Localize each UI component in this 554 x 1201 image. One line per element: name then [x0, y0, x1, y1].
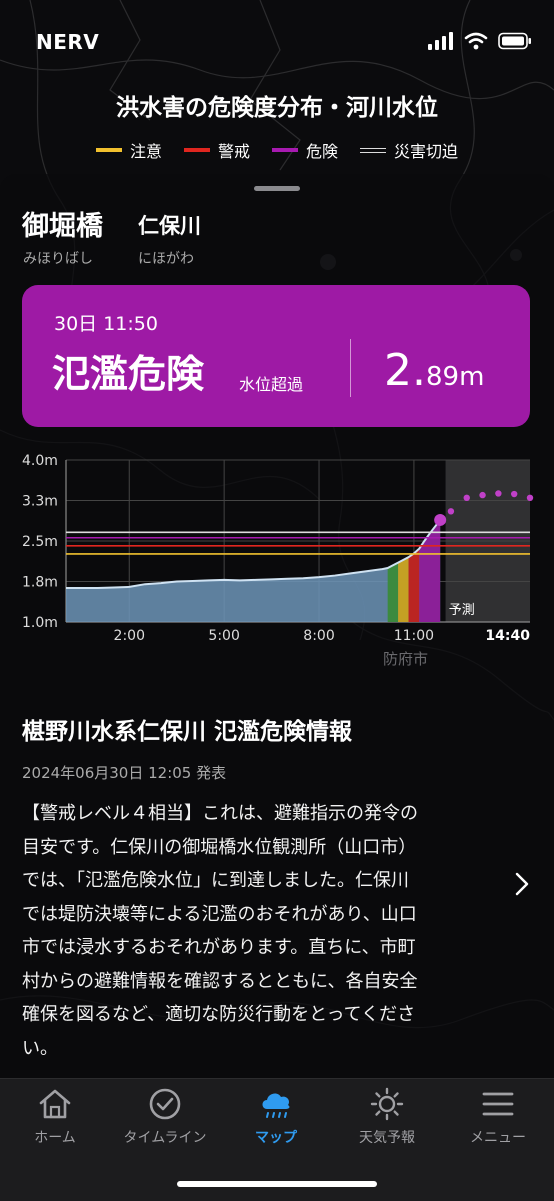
detail-sheet[interactable]: 御堀橋 みほりばし 仁保川 にほがわ 30日 11:50 氾濫危険 水位超過 2…: [0, 174, 554, 1200]
battery-icon: [498, 32, 531, 50]
tab-home[interactable]: ホーム: [0, 1087, 110, 1147]
legend-swatch-imminent: [360, 147, 387, 153]
tab-forecast[interactable]: 天気予報: [332, 1087, 442, 1147]
tab-timeline[interactable]: タイムライン: [110, 1087, 220, 1147]
legend-item-imminent: 災害切迫: [360, 138, 458, 162]
map-header: 洪水害の危険度分布・河川水位 注意 警戒 危険 災害切迫: [0, 88, 554, 162]
x-tick-label: 14:40: [485, 628, 530, 644]
legend-label: 注意: [129, 142, 162, 161]
water-level-decimal: 89m: [425, 362, 485, 392]
tab-label: マップ: [255, 1130, 297, 1146]
y-tick-label: 1.0m: [22, 615, 58, 631]
bulletin-line: 村からの避難情報を確認するとともに、各自安全: [22, 970, 418, 992]
menu-icon: [482, 1092, 514, 1116]
signal-icon: [428, 32, 453, 50]
legend-label: 危険: [306, 142, 339, 161]
level-band: [387, 562, 399, 622]
alert-divider: [350, 339, 351, 397]
wifi-icon: [464, 32, 488, 50]
legend-label: 警戒: [217, 142, 250, 161]
legend-swatch-caution: [95, 148, 122, 152]
alert-time: 30日 11:50: [54, 313, 158, 335]
river-name: 仁保川: [138, 214, 201, 238]
water-level-value: 2.89m: [384, 345, 484, 396]
carrier-label: NERV: [36, 30, 100, 54]
header-title: 洪水害の危険度分布・河川水位: [116, 95, 438, 121]
sun-icon: [370, 1087, 404, 1121]
forecast-point: [495, 490, 502, 497]
legend-item-caution: 注意: [95, 138, 162, 162]
tab-label: 天気予報: [359, 1130, 415, 1146]
bulletin-line: 目安です。仁保川の御堀橋水位観測所（山口市）: [22, 836, 417, 858]
tab-label: メニュー: [470, 1130, 526, 1146]
bulletin[interactable]: 椹野川水系仁保川 氾濫危険情報 2024年06月30日 12:05 発表 【警戒…: [22, 712, 492, 1065]
water-level-main: 2.: [384, 345, 426, 396]
tab-label: ホーム: [34, 1130, 76, 1146]
level-band: [419, 519, 441, 622]
x-tick-label: 5:00: [208, 628, 239, 644]
check-circle-icon: [149, 1088, 181, 1120]
level-band: [398, 557, 409, 622]
home-indicator: [177, 1181, 377, 1187]
bulletin-line: 市では浸水するおそれがあります。直ちに、市町: [22, 937, 416, 958]
legend-item-danger: 危険: [272, 138, 338, 162]
water-level-chart[interactable]: 4.0m 3.3m 2.5m 1.8m 1.0m 2:00 5:00 8:00 11:00 14:…: [0, 444, 554, 684]
bulletin-title: 椹野川水系仁保川 氾濫危険情報: [22, 719, 353, 745]
x-tick-label: 8:00: [303, 628, 334, 644]
tab-menu[interactable]: メニュー: [443, 1087, 553, 1147]
bulletin-date: 2024年06月30日 12:05 発表: [22, 764, 227, 782]
legend: 注意 警戒 危険 災害切迫: [0, 138, 554, 162]
station-name: 御堀橋: [22, 211, 103, 242]
legend-swatch-danger: [272, 148, 298, 152]
forecast-point: [510, 490, 518, 498]
y-tick-label: 1.8m: [22, 575, 58, 591]
bulletin-body: 【警戒レベル４相当】これは、避難指示の発令の 目安です。仁保川の御堀橋水位観測所…: [22, 797, 492, 1065]
x-tick-label: 11:00: [394, 628, 434, 644]
bulletin-line: では、「氾濫危険水位」に到達しました。仁保川: [22, 870, 409, 891]
status-bar: NERV: [0, 0, 554, 80]
forecast-label: 予測: [449, 603, 475, 618]
y-tick-label: 4.0m: [22, 453, 58, 469]
status-icons: [428, 30, 532, 52]
alert-card: 30日 11:50 氾濫危険 水位超過 2.89m: [22, 285, 530, 427]
legend-swatch-warning: [183, 148, 210, 152]
bulletin-line: では堤防決壊等による氾濫のおそれがあり、山口: [22, 903, 417, 925]
level-band: [408, 548, 420, 622]
legend-item-warning: 警戒: [183, 138, 250, 162]
bulletin-line: い。: [22, 1037, 58, 1059]
sheet-drag-handle[interactable]: [254, 186, 300, 191]
y-tick-label: 2.5m: [22, 534, 58, 550]
tab-label: タイムライン: [123, 1130, 207, 1146]
map-city-label: 防府市: [383, 650, 429, 668]
home-icon: [39, 1089, 71, 1119]
bulletin-line: 【警戒レベル４相当】これは、避難指示の発令の: [22, 803, 418, 824]
forecast-point: [526, 494, 534, 501]
station-name-kana: みほりばし: [23, 251, 93, 267]
current-point: [434, 513, 447, 526]
alert-level: 氾濫危険: [52, 352, 205, 396]
river-name-kana: にほがわ: [138, 251, 194, 267]
y-tick-label: 3.3m: [22, 494, 58, 510]
forecast-point: [463, 494, 470, 501]
forecast-point: [447, 508, 455, 515]
rain-cloud-icon: [262, 1093, 290, 1118]
legend-label: 災害切迫: [394, 142, 459, 161]
alert-subtitle: 水位超過: [239, 375, 304, 394]
chevron-right-icon[interactable]: [512, 871, 532, 897]
tab-map[interactable]: マップ: [221, 1087, 331, 1147]
x-tick-label: 2:00: [114, 628, 145, 644]
forecast-point: [479, 491, 486, 499]
water-level-area: [66, 519, 441, 622]
bulletin-line: 確保を図るなど、適切な防災行動をとってくださ: [22, 1004, 416, 1025]
